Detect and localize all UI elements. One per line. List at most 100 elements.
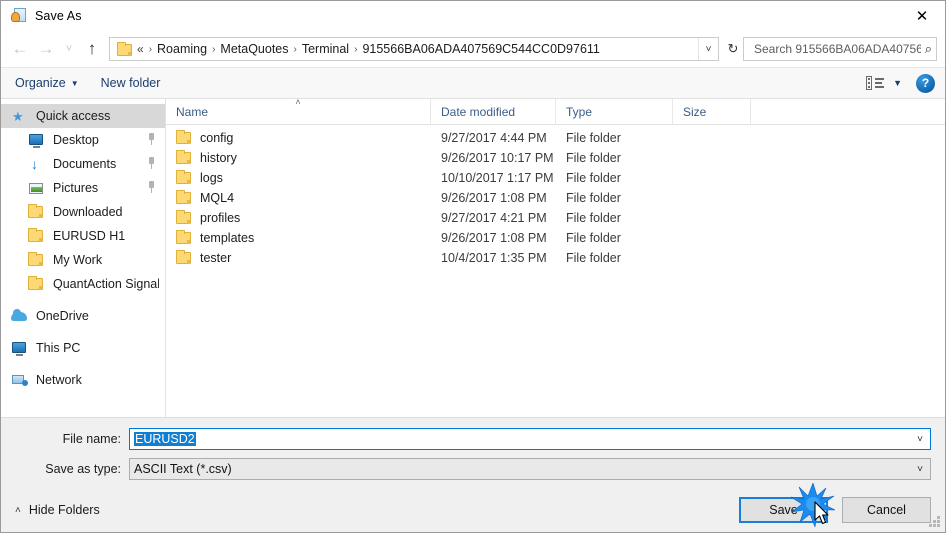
sidebar-item-eurusd-h1[interactable]: EURUSD H1 [1, 224, 165, 248]
sidebar-item-label: Desktop [53, 133, 99, 147]
table-row[interactable]: MQL4 9/26/2017 1:08 PM File folder [166, 188, 945, 208]
filename-combobox[interactable]: EURUSD2 ˅ [129, 428, 931, 450]
breadcrumb-separator-1: › [212, 43, 216, 55]
sidebar-item-this-pc[interactable]: This PC [1, 336, 165, 360]
folder-icon [28, 203, 45, 220]
navigation-bar: ← → ˅ ↑ « › Roaming › MetaQuotes › Termi… [1, 31, 945, 67]
breadcrumb-item-terminal-id[interactable]: 915566BA06ADA407569C544CC0D97611 [362, 42, 599, 56]
file-name: config [200, 131, 234, 145]
table-row[interactable]: logs 10/10/2017 1:17 PM File folder [166, 168, 945, 188]
search-box[interactable]: ⌕ [743, 37, 937, 61]
organize-label: Organize [15, 76, 66, 90]
sidebar-item-onedrive[interactable]: OneDrive [1, 304, 165, 328]
folder-icon [176, 250, 192, 265]
sidebar-item-label: QuantAction Signal [53, 277, 159, 291]
filetype-value[interactable]: ASCII Text (*.csv) [130, 462, 910, 476]
folder-icon [28, 227, 45, 244]
sidebar-item-label: My Work [53, 253, 103, 267]
file-name: logs [200, 171, 223, 185]
table-row[interactable]: tester 10/4/2017 1:35 PM File folder [166, 248, 945, 268]
column-header-label: Date modified [441, 104, 516, 119]
sidebar-item-pictures[interactable]: Pictures [1, 176, 165, 200]
address-dropdown-icon[interactable]: ˅ [698, 38, 718, 60]
file-size [673, 188, 751, 208]
resize-grip[interactable] [928, 516, 941, 529]
close-icon[interactable]: ✕ [899, 1, 945, 31]
sidebar-item-network[interactable]: Network [1, 368, 165, 392]
forward-arrow-icon[interactable]: → [33, 36, 59, 62]
sidebar-item-quick-access[interactable]: ★ Quick access [1, 104, 165, 128]
sidebar-item-label: Network [36, 373, 82, 387]
refresh-icon[interactable]: ↻ [723, 36, 743, 62]
filename-dropdown-icon[interactable]: ˅ [910, 434, 930, 445]
file-list-pane: ˄ Name Date modified Type Size config 9/27/20… [166, 97, 945, 417]
documents-icon: ↓ [31, 155, 38, 172]
network-icon [11, 373, 28, 388]
address-bar[interactable]: « › Roaming › MetaQuotes › Terminal › 91… [109, 37, 719, 61]
save-button[interactable]: Save [739, 497, 828, 523]
filetype-label: Save as type: [45, 462, 121, 476]
breadcrumb-overflow[interactable]: « [137, 42, 144, 56]
breadcrumb-item-roaming[interactable]: Roaming [157, 42, 207, 56]
sidebar-item-quantaction-signal[interactable]: QuantAction Signal [1, 272, 165, 296]
breadcrumb-item-metaquotes[interactable]: MetaQuotes [220, 42, 288, 56]
table-row[interactable]: templates 9/26/2017 1:08 PM File folder [166, 228, 945, 248]
folder-icon [176, 150, 192, 165]
file-size [673, 208, 751, 228]
cancel-button[interactable]: Cancel [842, 497, 931, 523]
star-icon: ★ [12, 108, 24, 124]
sidebar-item-documents[interactable]: ↓ Documents [1, 152, 165, 176]
column-header-row: ˄ Name Date modified Type Size [166, 97, 945, 125]
dialog-body: ★ Quick access Desktop ↓ Documents Pictures Do… [1, 97, 945, 417]
help-icon[interactable]: ? [916, 73, 935, 93]
folder-icon [176, 130, 192, 145]
file-size [673, 248, 751, 268]
file-type: File folder [566, 191, 621, 205]
sidebar-item-label: Downloaded [53, 205, 123, 219]
sidebar-item-label: Documents [53, 157, 117, 171]
file-type: File folder [566, 131, 621, 145]
filename-row: File name: EURUSD2 ˅ [15, 428, 931, 450]
filename-value-wrap[interactable]: EURUSD2 [130, 432, 910, 446]
filename-input[interactable]: EURUSD2 [134, 432, 196, 446]
file-date-modified: 9/27/2017 4:44 PM [441, 131, 547, 145]
back-arrow-icon[interactable]: ← [7, 36, 33, 62]
table-row[interactable]: profiles 9/27/2017 4:21 PM File folder [166, 208, 945, 228]
column-header-label: Name [176, 104, 209, 119]
sidebar-item-label: Pictures [53, 181, 99, 195]
sidebar-item-label: This PC [36, 341, 81, 355]
table-row[interactable]: history 9/26/2017 10:17 PM File folder [166, 148, 945, 168]
filetype-row: Save as type: ASCII Text (*.csv) ˅ [15, 458, 931, 480]
save-as-dialog: Save As ✕ ← → ˅ ↑ « › Roaming › MetaQuot… [0, 0, 946, 533]
sidebar-item-desktop[interactable]: Desktop [1, 128, 165, 152]
file-size [673, 128, 751, 148]
filetype-dropdown-icon[interactable]: ˅ [910, 464, 930, 475]
column-header-type[interactable]: Type [556, 98, 673, 125]
file-list: config 9/27/2017 4:44 PM File folder histor… [166, 125, 945, 417]
organize-button[interactable]: Organize ▼ [15, 76, 79, 90]
column-header-size[interactable]: Size [673, 98, 751, 125]
search-icon[interactable]: ⌕ [925, 41, 932, 57]
folder-icon [176, 210, 192, 225]
table-row[interactable]: config 9/27/2017 4:44 PM File folder [166, 128, 945, 148]
file-name: profiles [200, 211, 241, 225]
navigation-sidebar: ★ Quick access Desktop ↓ Documents Pictures Do… [1, 99, 166, 417]
file-date-modified: 9/26/2017 10:17 PM [441, 151, 554, 165]
sidebar-item-label: Quick access [36, 109, 111, 123]
breadcrumb-item-terminal[interactable]: Terminal [302, 42, 349, 56]
filetype-combobox[interactable]: ASCII Text (*.csv) ˅ [129, 458, 931, 480]
up-arrow-icon[interactable]: ↑ [79, 36, 105, 62]
recent-locations-chevron-icon[interactable]: ˅ [59, 36, 79, 62]
view-options-button[interactable]: ▼ [866, 76, 902, 90]
new-folder-button[interactable]: New folder [101, 76, 161, 90]
column-header-date-modified[interactable]: Date modified [431, 98, 556, 125]
window-title: Save As [35, 9, 82, 23]
search-input[interactable] [752, 41, 923, 57]
file-date-modified: 9/26/2017 1:08 PM [441, 231, 547, 245]
breadcrumb-separator-2: › [293, 43, 297, 55]
column-header-name[interactable]: ˄ Name [166, 97, 431, 125]
hide-folders-button[interactable]: ˄ Hide Folders [15, 503, 100, 517]
sidebar-item-downloaded[interactable]: Downloaded [1, 200, 165, 224]
desktop-icon [28, 133, 45, 148]
sidebar-item-my-work[interactable]: My Work [1, 248, 165, 272]
